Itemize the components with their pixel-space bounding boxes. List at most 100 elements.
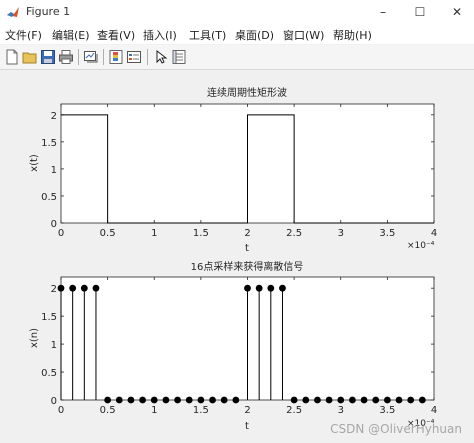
y-axis-label: x(t) (29, 154, 40, 172)
toolbar-separator (147, 49, 148, 65)
stem-marker (185, 396, 193, 404)
menu-window[interactable]: 窗口(W) (283, 27, 324, 43)
stem-marker (57, 284, 65, 292)
y-tick-label: 0 (51, 219, 57, 230)
plot-title: 16点采样来获得离散信号 (191, 260, 304, 273)
x-tick-label: 2.5 (286, 228, 302, 239)
menu-edit[interactable]: 编辑(E) (52, 27, 90, 43)
stem-marker (127, 396, 135, 404)
window-title: Figure 1 (26, 5, 71, 18)
y-tick-label: 1.5 (41, 138, 57, 149)
stem-marker (290, 396, 298, 404)
stem-marker (314, 396, 321, 404)
y-tick-label: 1 (51, 340, 57, 351)
maximize-button[interactable]: ☐ (403, 0, 437, 24)
y-tick-label: 1.5 (41, 312, 57, 323)
x-tick-label: 4 (431, 228, 437, 239)
x-tick-label: 2.5 (286, 405, 302, 416)
new-figure-icon[interactable] (4, 49, 20, 65)
y-tick-label: 2 (51, 111, 57, 122)
x-tick-label: 0 (58, 405, 64, 416)
axes-continuous-wave[interactable]: 连续周期性矩形波 t x(t) ×10⁻⁴ 0 0.5 1 1.5 2 2.5 3 3.5 4 0… (29, 86, 437, 254)
save-icon[interactable] (40, 49, 56, 65)
stem-marker (139, 396, 146, 404)
stem-marker (302, 396, 310, 404)
stem-marker (174, 396, 181, 404)
stem-marker (349, 396, 356, 404)
menu-bar: 文件(F) 编辑(E) 查看(V) 插入(I) 工具(T) 桌面(D) 窗口(W… (0, 24, 474, 44)
menu-file[interactable]: 文件(F) (5, 27, 42, 43)
x-axis-label: t (245, 243, 249, 254)
y-tick-label: 0.5 (41, 368, 57, 379)
y-tick-label: 0.5 (41, 192, 57, 203)
watermark-text: CSDN @OliverHyhuan (330, 422, 462, 436)
stem-marker (150, 396, 158, 404)
menu-view[interactable]: 查看(V) (97, 27, 135, 43)
x-tick-label: 1 (151, 405, 157, 416)
link-plot-icon[interactable] (83, 49, 99, 65)
stem-marker (162, 396, 170, 404)
stem-marker (220, 396, 228, 404)
stem-marker (418, 396, 426, 404)
stem-marker (325, 396, 333, 404)
y-tick-label: 2 (51, 284, 57, 295)
toolbar-separator (103, 49, 104, 65)
window-titlebar: Figure 1 – ☐ ✕ (0, 0, 474, 25)
x-tick-label: 1.5 (193, 228, 209, 239)
stem-marker (69, 284, 77, 292)
x-tick-label: 3 (338, 405, 344, 416)
y-axis-label: x(n) (29, 328, 40, 348)
x-tick-label: 1 (151, 228, 157, 239)
x-tick-label: 3.5 (379, 405, 395, 416)
stem-marker (115, 396, 123, 404)
stem-marker (267, 284, 275, 292)
x-tick-label: 0 (58, 228, 64, 239)
menu-tools[interactable]: 工具(T) (189, 27, 226, 43)
insert-legend-icon[interactable] (126, 49, 142, 65)
menu-desktop[interactable]: 桌面(D) (235, 27, 274, 43)
x-tick-label: 2 (244, 405, 250, 416)
toolbar (0, 45, 474, 70)
stem-marker (244, 284, 251, 292)
menu-insert[interactable]: 插入(I) (143, 27, 177, 43)
stem-marker (209, 396, 216, 404)
menu-help[interactable]: 帮助(H) (333, 27, 372, 43)
stem-marker (232, 396, 240, 404)
stem-marker (337, 396, 345, 404)
x-tick-label: 2 (244, 228, 250, 239)
stem-marker (104, 396, 112, 404)
x-axis-label: t (245, 421, 249, 432)
x-exponent-label: ×10⁻⁴ (407, 241, 435, 251)
y-tick-label: 0 (51, 396, 57, 407)
stem-marker (80, 284, 88, 292)
stem-marker (395, 396, 403, 404)
stem-marker (279, 284, 286, 292)
stem-marker (383, 396, 391, 404)
print-icon[interactable] (58, 49, 74, 65)
x-tick-label: 3 (338, 228, 344, 239)
close-button[interactable]: ✕ (440, 0, 474, 24)
open-file-icon[interactable] (22, 49, 38, 65)
x-tick-label: 4 (431, 405, 437, 416)
x-tick-label: 3.5 (379, 228, 395, 239)
y-tick-label: 1 (51, 165, 57, 176)
property-inspector-icon[interactable] (171, 49, 187, 65)
figure-canvas[interactable]: 连续周期性矩形波 t x(t) ×10⁻⁴ 0 0.5 1 1.5 2 2.5 3 3.5 4 0… (0, 70, 474, 439)
toolbar-separator (78, 49, 79, 65)
edit-plot-icon[interactable] (153, 49, 169, 65)
stem-marker (92, 284, 100, 292)
plot-title: 连续周期性矩形波 (207, 86, 287, 99)
matlab-icon (7, 7, 19, 17)
figure-plot-svg: 连续周期性矩形波 t x(t) ×10⁻⁴ 0 0.5 1 1.5 2 2.5 3 3.5 4 0… (29, 86, 462, 436)
stem-marker (372, 396, 380, 404)
minimize-button[interactable]: – (366, 0, 400, 24)
stem-marker (197, 396, 205, 404)
insert-colorbar-icon[interactable] (108, 49, 124, 65)
stem-marker (407, 396, 415, 404)
axes-sampled-signal[interactable]: 16点采样来获得离散信号 t x(n) ×10⁻⁴ 0 0.5 1 1.5 2 2.5 3 3… (29, 260, 437, 432)
x-tick-label: 0.5 (100, 405, 116, 416)
x-tick-label: 1.5 (193, 405, 209, 416)
x-tick-label: 0.5 (100, 228, 116, 239)
stem-marker (360, 396, 368, 404)
stem-marker (255, 284, 263, 292)
